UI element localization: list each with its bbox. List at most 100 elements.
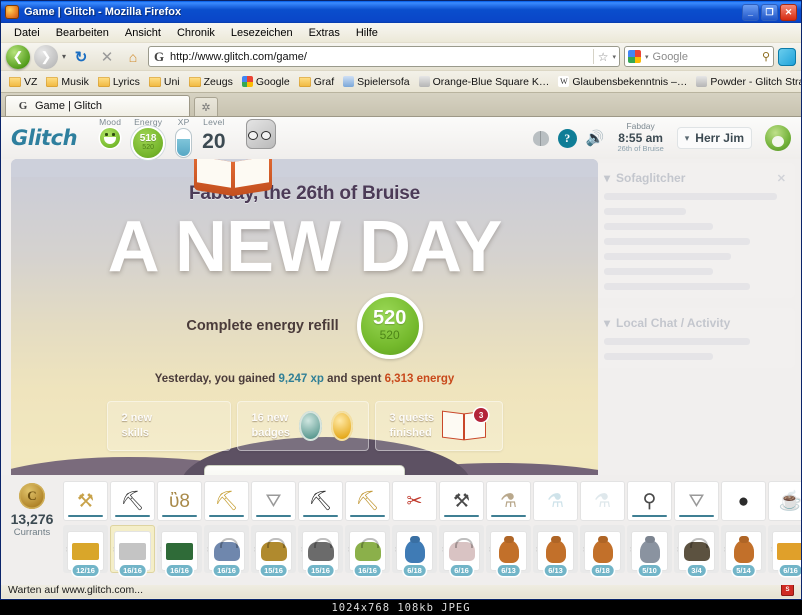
refill-label: Complete energy refill [186,318,339,334]
reload-icon[interactable]: ↻ [70,46,92,68]
tool-slot-kettle[interactable]: ⛛ [674,481,719,521]
menu-item-hilfe[interactable]: Hilfe [349,25,385,41]
new-tab-button[interactable]: ✲ [194,97,218,116]
avatar[interactable] [765,125,791,151]
tool-slot-yellow-pickaxe[interactable]: ⛏ [204,481,249,521]
bookmark-glaubensbekenntnis[interactable]: W Glaubensbekenntnis –… [554,75,691,89]
tool-slot-shovel[interactable]: ⛏ [345,481,390,521]
search-engine-chevron-icon[interactable]: ▾ [645,53,649,61]
bag-slot-grey-bag[interactable]: ↕15/16 [298,525,343,576]
refill-value: 520 [372,307,407,330]
search-input[interactable]: Google [653,51,758,63]
bag-slot-blue-sack[interactable]: ↕6/18 [392,525,437,576]
bag-slot-yellow-toolbox[interactable]: ↕12/16 [63,525,108,576]
back-button[interactable]: ❮ [6,44,30,69]
bag-slot-orange-sack-1[interactable]: ↕6/13 [486,525,531,576]
menu-item-bearbeiten[interactable]: Bearbeiten [49,25,116,41]
stop-icon[interactable]: ✕ [96,46,118,68]
minimize-button[interactable]: _ [742,3,759,21]
bag-slot-pink-bag[interactable]: ↕6/16 [439,525,484,576]
bag-slot-tan-bag[interactable]: ↕15/16 [251,525,296,576]
yellow-toolbox-icon [72,542,99,560]
menu-item-lesezeichen[interactable]: Lesezeichen [224,25,300,41]
energy-orb: 518 520 [131,125,166,160]
tool-slot-frying-pan[interactable]: ● [721,481,766,521]
bookmark-lyrics[interactable]: Lyrics [94,75,144,89]
maximize-button[interactable]: ❐ [761,3,778,21]
bag-slot-grey-sack[interactable]: ↕5/10 [627,525,672,576]
bag-slot-silver-toolbox[interactable]: ↕16/16 [110,525,155,576]
search-bar[interactable]: ▾ Google ⚲ [624,46,774,67]
tool-slot-frying-tool[interactable]: ⚒ [439,481,484,521]
bookmark-vz[interactable]: VZ [5,75,41,89]
menu-item-ansicht[interactable]: Ansicht [118,25,168,41]
bug-icon[interactable] [532,130,549,146]
tool-slot-grinder[interactable]: ⚲ [627,481,672,521]
new-day-subtitle: Fabday, the 26th of Bruise [189,183,420,204]
tinkerers-dust-icon: ✂ [406,490,423,512]
url-bar[interactable]: G http://www.glitch.com/game/ ☆ ▾ [148,46,620,67]
url-chevron-down-icon[interactable]: ▾ [612,53,616,61]
tool-slot-dark-pickaxe[interactable]: ⛏ [298,481,343,521]
help-icon[interactable]: ? [557,128,577,148]
skype-icon[interactable] [778,47,796,66]
badge-icon-1 [299,411,322,441]
tool-slot-trowel[interactable]: ⚒ [63,481,108,521]
sound-icon[interactable]: 🔊 [586,131,605,146]
tool-slot-hammer[interactable]: ὒ8 [157,481,202,521]
tool-slot-mortar-pestle[interactable]: ⚗ [486,481,531,521]
bookmark-star-icon[interactable]: ☆ [598,50,609,64]
bookmark-powder-glitch[interactable]: Powder - Glitch Strate… [692,75,801,89]
frying-tool-icon: ⚒ [452,490,471,512]
bag-slot-orange-sack-3[interactable]: ↕6/18 [580,525,625,576]
bookmark-google[interactable]: Google [238,75,294,89]
tool-slot-tinkerers-dust[interactable]: ✂ [392,481,437,521]
menu-item-chronik[interactable]: Chronik [170,25,222,41]
search-icon[interactable]: ⚲ [762,50,770,63]
summary-box-quests[interactable]: 3 quests finished 3 [374,401,503,451]
user-menu[interactable]: ▾ Herr Jim [676,127,752,149]
bag-capacity-badge: 16/16 [166,565,193,576]
summary-box-skills[interactable]: 2 new skills [106,401,231,451]
tab-game-glitch[interactable]: G Game | Glitch [5,95,190,116]
bag-slot-blue-bag[interactable]: ↕16/16 [204,525,249,576]
history-dropdown-icon[interactable]: ▾ [62,52,66,61]
tool-slot-flask[interactable]: ⚗ [533,481,578,521]
bookmark-graf[interactable]: Graf [295,75,338,89]
stat-level[interactable]: Level 20 [202,117,225,156]
bookmark-uni[interactable]: Uni [145,75,184,89]
glitch-logo[interactable]: Glitch [11,126,78,150]
stat-energy[interactable]: Energy 518 520 [131,117,166,160]
close-button[interactable]: ✕ [780,3,797,21]
quest-count-badge: 3 [474,408,489,422]
bookmark-musik[interactable]: Musik [42,75,92,89]
bag-slot-satchel[interactable]: ↕3/4 [674,525,719,576]
tool-slot-test-tube[interactable]: ⚗ [580,481,625,521]
stat-mood[interactable]: Mood [99,117,121,148]
durability-bar [444,514,479,517]
currency-display[interactable]: C 13,276 Currants [1,481,63,538]
bag-slot-green-bag[interactable]: ↕16/16 [345,525,390,576]
folder-icon [188,76,201,87]
tool-slot-watering-can[interactable]: ⛛ [251,481,296,521]
stat-xp[interactable]: XP [175,117,193,158]
menu-item-datei[interactable]: Datei [7,25,47,41]
bag-slot-orange-sack-4[interactable]: ↕5/14 [721,525,766,576]
bag-slot-inner: 6/13 [490,531,527,576]
bag-slot-orange-sack-2[interactable]: ↕6/13 [533,525,578,576]
menu-item-extras[interactable]: Extras [302,25,347,41]
url-input[interactable]: http://www.glitch.com/game/ [170,51,589,63]
bookmark-zeugs[interactable]: Zeugs [185,75,237,89]
forward-button[interactable]: ❯ [34,44,58,69]
bookmark-orange-blue-square[interactable]: Orange-Blue Square K… [415,75,554,89]
bag-slot-green-toolbox[interactable]: ↕16/16 [157,525,202,576]
bag-slot-orange-box[interactable]: ↕6/16 [768,525,801,576]
bag-capacity-badge: 6/16 [450,565,473,576]
home-icon[interactable]: ⌂ [122,46,144,68]
tool-slot-stock-pot[interactable]: ☕ [768,481,801,521]
grinder-icon: ⚲ [642,490,657,512]
bookmark-spielersofa[interactable]: Spielersofa [339,75,414,89]
tool-slot-pickaxe[interactable]: ⛏ [110,481,155,521]
durability-bar [350,514,385,517]
summary-box-badges[interactable]: 16 new badges [236,401,369,451]
